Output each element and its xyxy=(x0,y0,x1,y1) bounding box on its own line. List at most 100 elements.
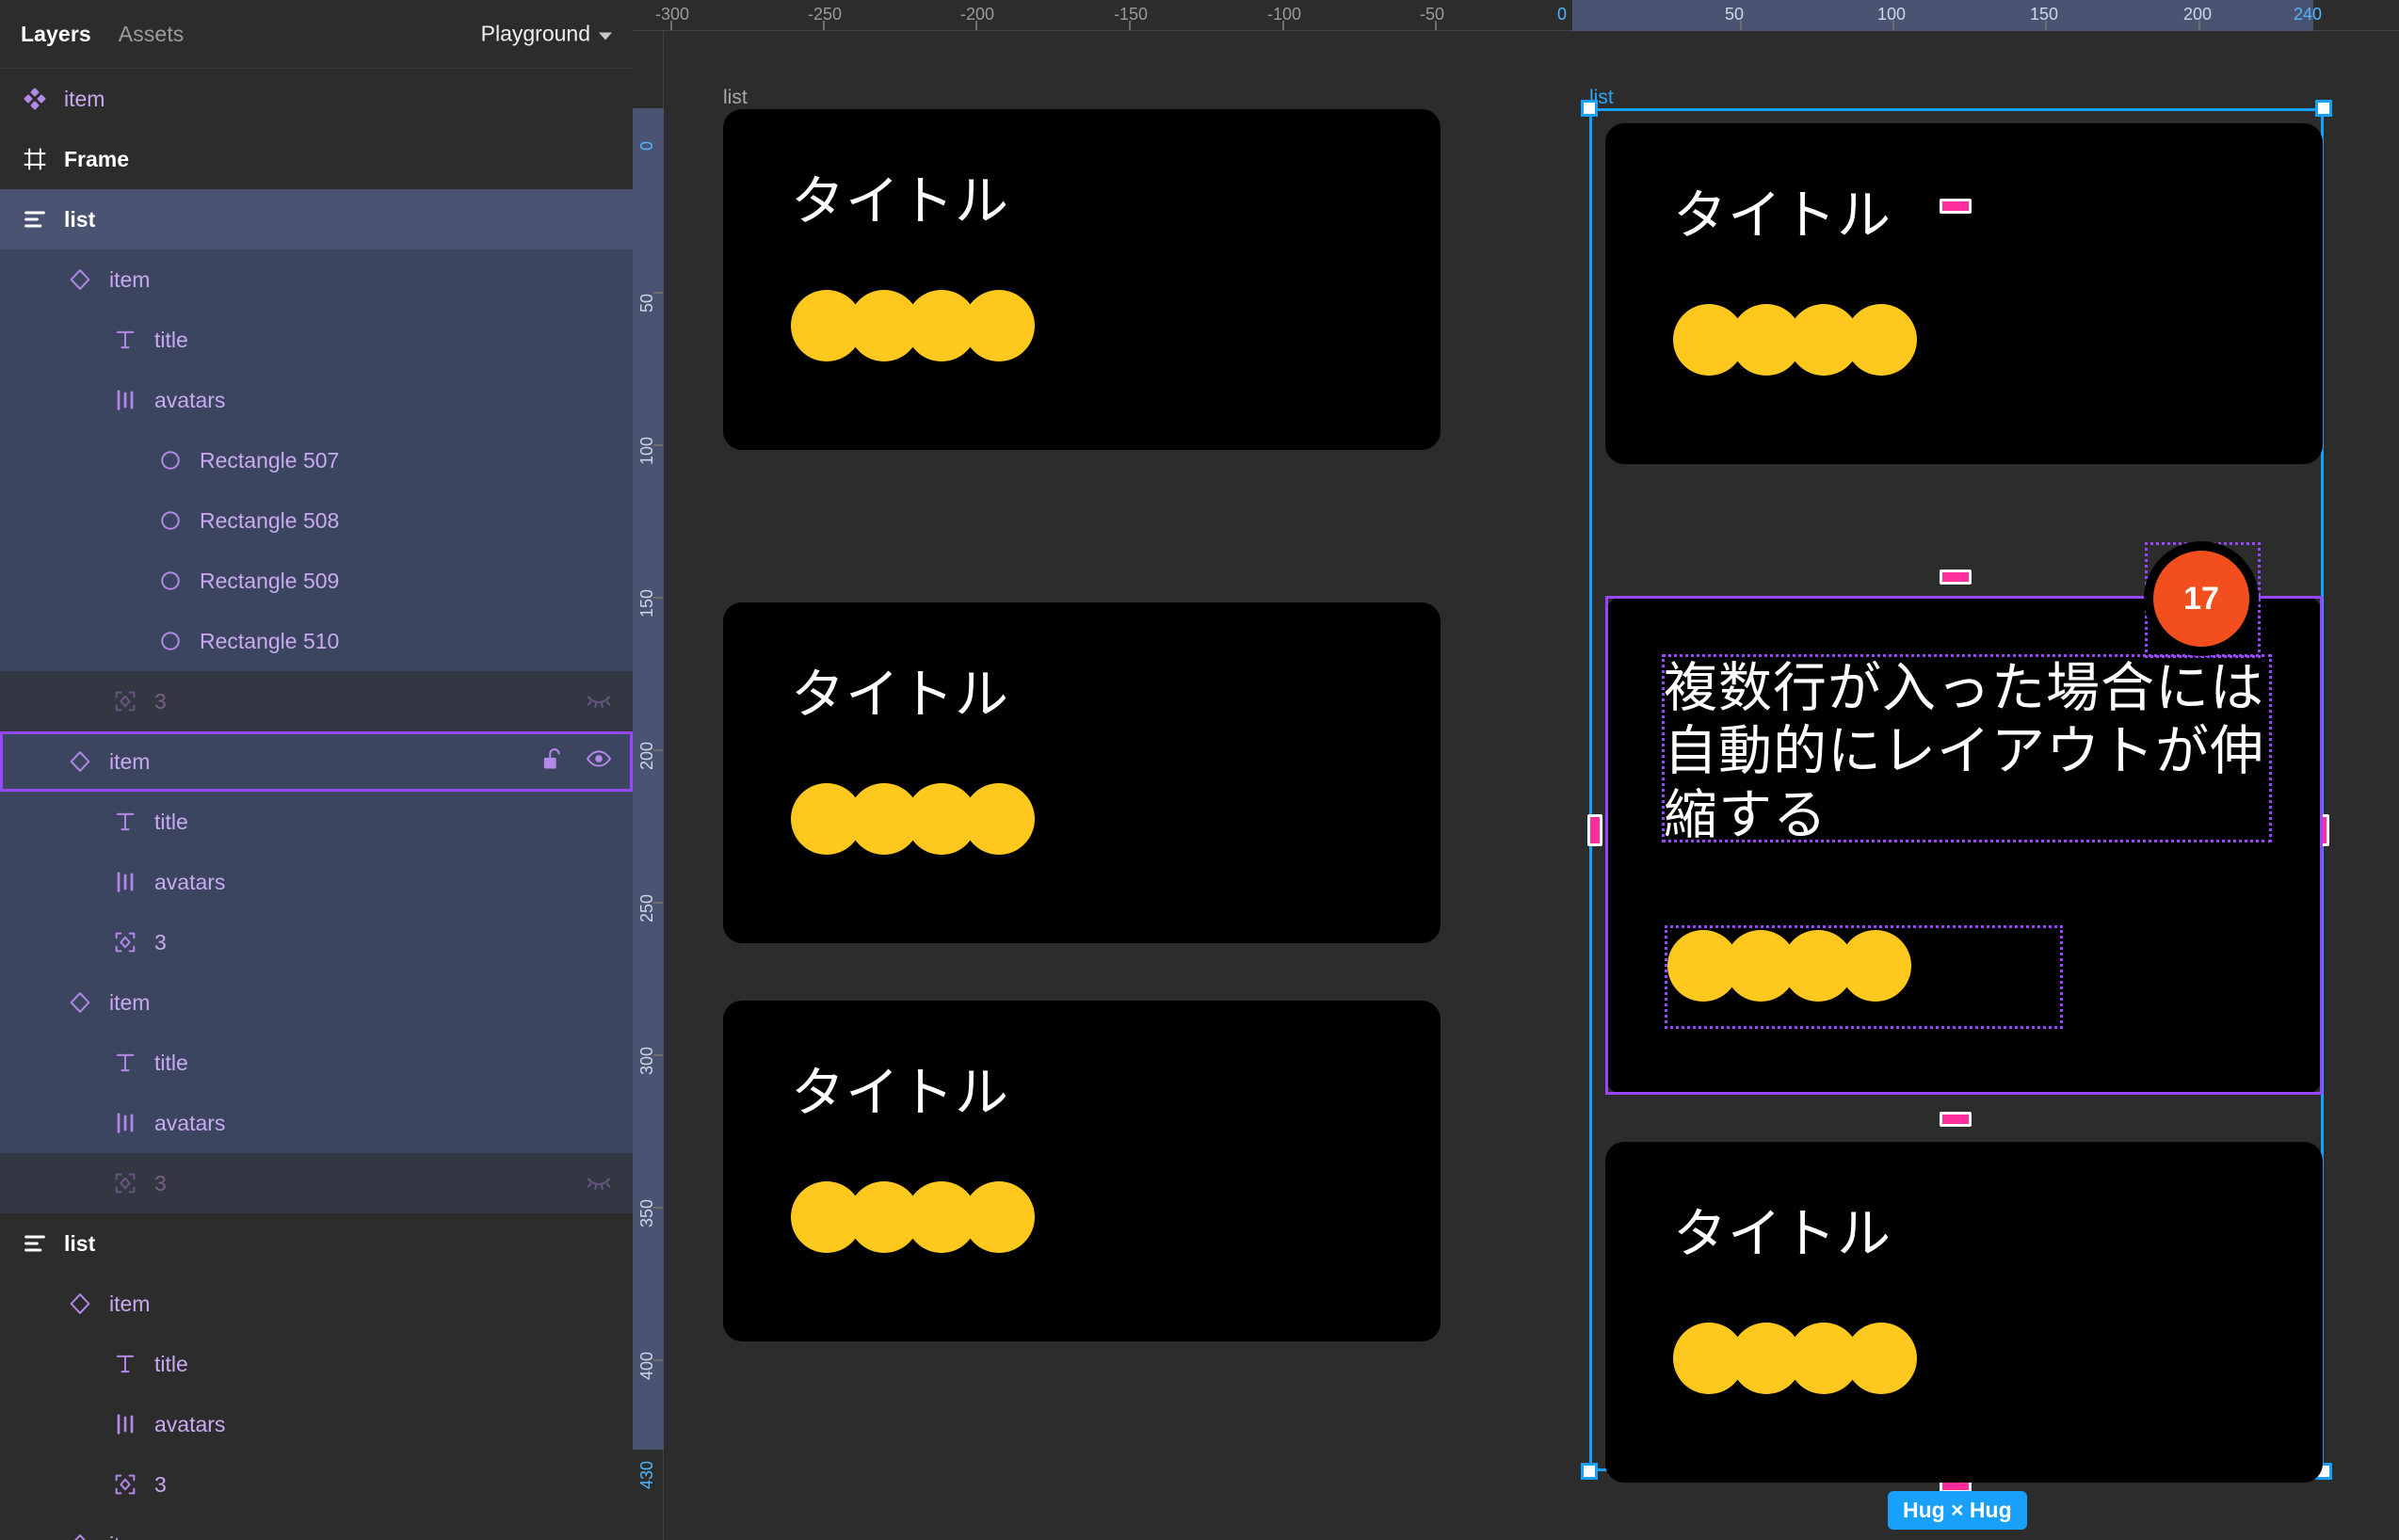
ruler-tick-h: 0 xyxy=(1557,5,1568,24)
tab-layers[interactable]: Layers xyxy=(21,22,91,47)
ellipse-icon xyxy=(156,627,185,655)
layer-row-label: item xyxy=(109,1533,150,1540)
layer-row-rectangle-507[interactable]: Rectangle 507 xyxy=(0,430,633,490)
avatar-group[interactable] xyxy=(791,290,1035,361)
layer-row-label: item xyxy=(109,266,151,292)
sidebar-tabs: Layers Assets Playground xyxy=(0,0,633,69)
avatar-group[interactable] xyxy=(791,783,1035,855)
ruler-tick-v: 300 xyxy=(637,1046,656,1075)
selection-handle-tl[interactable] xyxy=(1581,100,1598,117)
layer-row-rectangle-509[interactable]: Rectangle 509 xyxy=(0,551,633,611)
layer-row-label: Rectangle 509 xyxy=(200,568,340,593)
layer-row-item[interactable]: item xyxy=(0,972,633,1033)
layer-tree[interactable]: item Frame list item title avatars Rectangle 5… xyxy=(0,69,633,1540)
layer-row-3[interactable]: 3 xyxy=(0,912,633,972)
avatar-group[interactable] xyxy=(791,1181,1035,1253)
layer-row-title[interactable]: title xyxy=(0,1334,633,1394)
layer-row-rectangle-510[interactable]: Rectangle 510 xyxy=(0,611,633,671)
layer-row-item[interactable]: item xyxy=(0,731,633,792)
tab-assets[interactable]: Assets xyxy=(119,22,185,47)
layer-row-avatars[interactable]: avatars xyxy=(0,1394,633,1454)
layer-row-item[interactable]: item xyxy=(0,69,633,129)
layer-row-3[interactable]: 3 xyxy=(0,671,633,731)
ruler-mark-v xyxy=(653,1359,663,1361)
card-left-1[interactable]: タイトル xyxy=(723,109,1441,450)
ruler-mark-v xyxy=(653,749,663,751)
card-left-2[interactable]: タイトル xyxy=(723,602,1441,943)
layer-row-label: 3 xyxy=(154,1471,167,1497)
card-title: タイトル xyxy=(791,171,1009,232)
autolayout-h-icon xyxy=(111,868,139,896)
frame-label-left[interactable]: list xyxy=(723,88,748,107)
layer-row-label: item xyxy=(64,86,105,111)
autolayout-v-icon xyxy=(21,1229,49,1258)
layer-row-label: title xyxy=(154,327,188,352)
layer-row-3[interactable]: 3 xyxy=(0,1454,633,1515)
ruler-tick-v: 400 xyxy=(637,1351,656,1380)
layer-row-label: 3 xyxy=(154,688,167,714)
layer-row-frame[interactable]: Frame xyxy=(0,129,633,189)
layer-row-avatars[interactable]: avatars xyxy=(0,1093,633,1153)
layer-row-rectangle-508[interactable]: Rectangle 508 xyxy=(0,490,633,551)
layer-row-item[interactable]: item xyxy=(0,1274,633,1334)
autolayout-h-icon xyxy=(111,386,139,414)
frame-icon xyxy=(21,145,49,173)
layer-row-label: item xyxy=(109,989,151,1015)
card-right-3[interactable]: タイトル xyxy=(1605,1142,2323,1483)
ruler-tick-v: 350 xyxy=(637,1198,656,1227)
ellipse-icon xyxy=(156,446,185,474)
group-icon xyxy=(111,928,139,956)
layer-row-avatars[interactable]: avatars xyxy=(0,370,633,430)
page-selector[interactable]: Playground xyxy=(481,22,612,47)
card-title: タイトル xyxy=(791,1063,1009,1123)
text-icon xyxy=(111,1049,139,1077)
selection-handle-tr[interactable] xyxy=(2315,100,2332,117)
layer-row-label: avatars xyxy=(154,1411,226,1436)
instance-icon xyxy=(66,988,94,1017)
card-right-2[interactable]: 複数行が入った場合には自動的にレイアウトが伸縮する xyxy=(1605,596,2323,1095)
ruler-mark-v xyxy=(653,292,663,294)
avatar-group[interactable] xyxy=(1673,1323,1917,1394)
horizontal-ruler: -300 -250 -200 -150 -100 -50 0 50 100 150 200 240 xyxy=(633,0,2399,31)
card-left-3[interactable]: タイトル xyxy=(723,1001,1441,1341)
text-icon xyxy=(111,1350,139,1378)
avatar-group[interactable] xyxy=(1667,930,1911,1002)
layer-row-label: title xyxy=(154,809,188,834)
layer-row-title[interactable]: title xyxy=(0,792,633,852)
layer-row-list[interactable]: list xyxy=(0,1213,633,1274)
layer-row-item[interactable]: item xyxy=(0,249,633,310)
chevron-down-icon xyxy=(599,32,612,40)
card-title: タイトル xyxy=(791,665,1009,725)
ruler-tick-h: 240 xyxy=(2294,5,2323,24)
ruler-mark-h xyxy=(1892,21,1894,30)
layer-row-title[interactable]: title xyxy=(0,1033,633,1093)
layer-row-label: Frame xyxy=(64,146,130,171)
ruler-mark-v xyxy=(653,1207,663,1209)
text-icon xyxy=(111,808,139,836)
layer-row-3[interactable]: 3 xyxy=(0,1153,633,1213)
eye-closed-icon[interactable] xyxy=(586,1167,612,1199)
lock-open-icon[interactable] xyxy=(539,746,565,778)
layer-row-label: Rectangle 507 xyxy=(200,447,340,473)
autolayout-h-icon xyxy=(111,1410,139,1438)
avatar-group[interactable] xyxy=(1673,304,1917,376)
text-icon xyxy=(111,326,139,354)
avatar xyxy=(963,290,1035,361)
design-canvas[interactable]: list タイトル 13 タイトル タイトル xyxy=(664,31,2399,1540)
layer-row-avatars[interactable]: avatars xyxy=(0,852,633,912)
eye-closed-icon[interactable] xyxy=(586,685,612,717)
layer-row-label: Rectangle 510 xyxy=(200,628,340,653)
ruler-tick-v: 100 xyxy=(637,436,656,465)
layer-row-item[interactable]: item xyxy=(0,1515,633,1540)
ruler-mark-h xyxy=(670,21,672,30)
layer-row-title[interactable]: title xyxy=(0,310,633,370)
card-title: タイトル xyxy=(1673,185,1892,246)
card-right-1[interactable]: タイトル xyxy=(1605,123,2323,464)
layer-row-label: avatars xyxy=(154,387,226,412)
group-icon xyxy=(111,1470,139,1499)
layer-row-list[interactable]: list xyxy=(0,189,633,249)
selection-handle-bl[interactable] xyxy=(1581,1463,1598,1480)
comment-badge-17[interactable]: 17 xyxy=(2153,551,2249,647)
ellipse-icon xyxy=(156,506,185,535)
eye-icon[interactable] xyxy=(586,746,612,778)
